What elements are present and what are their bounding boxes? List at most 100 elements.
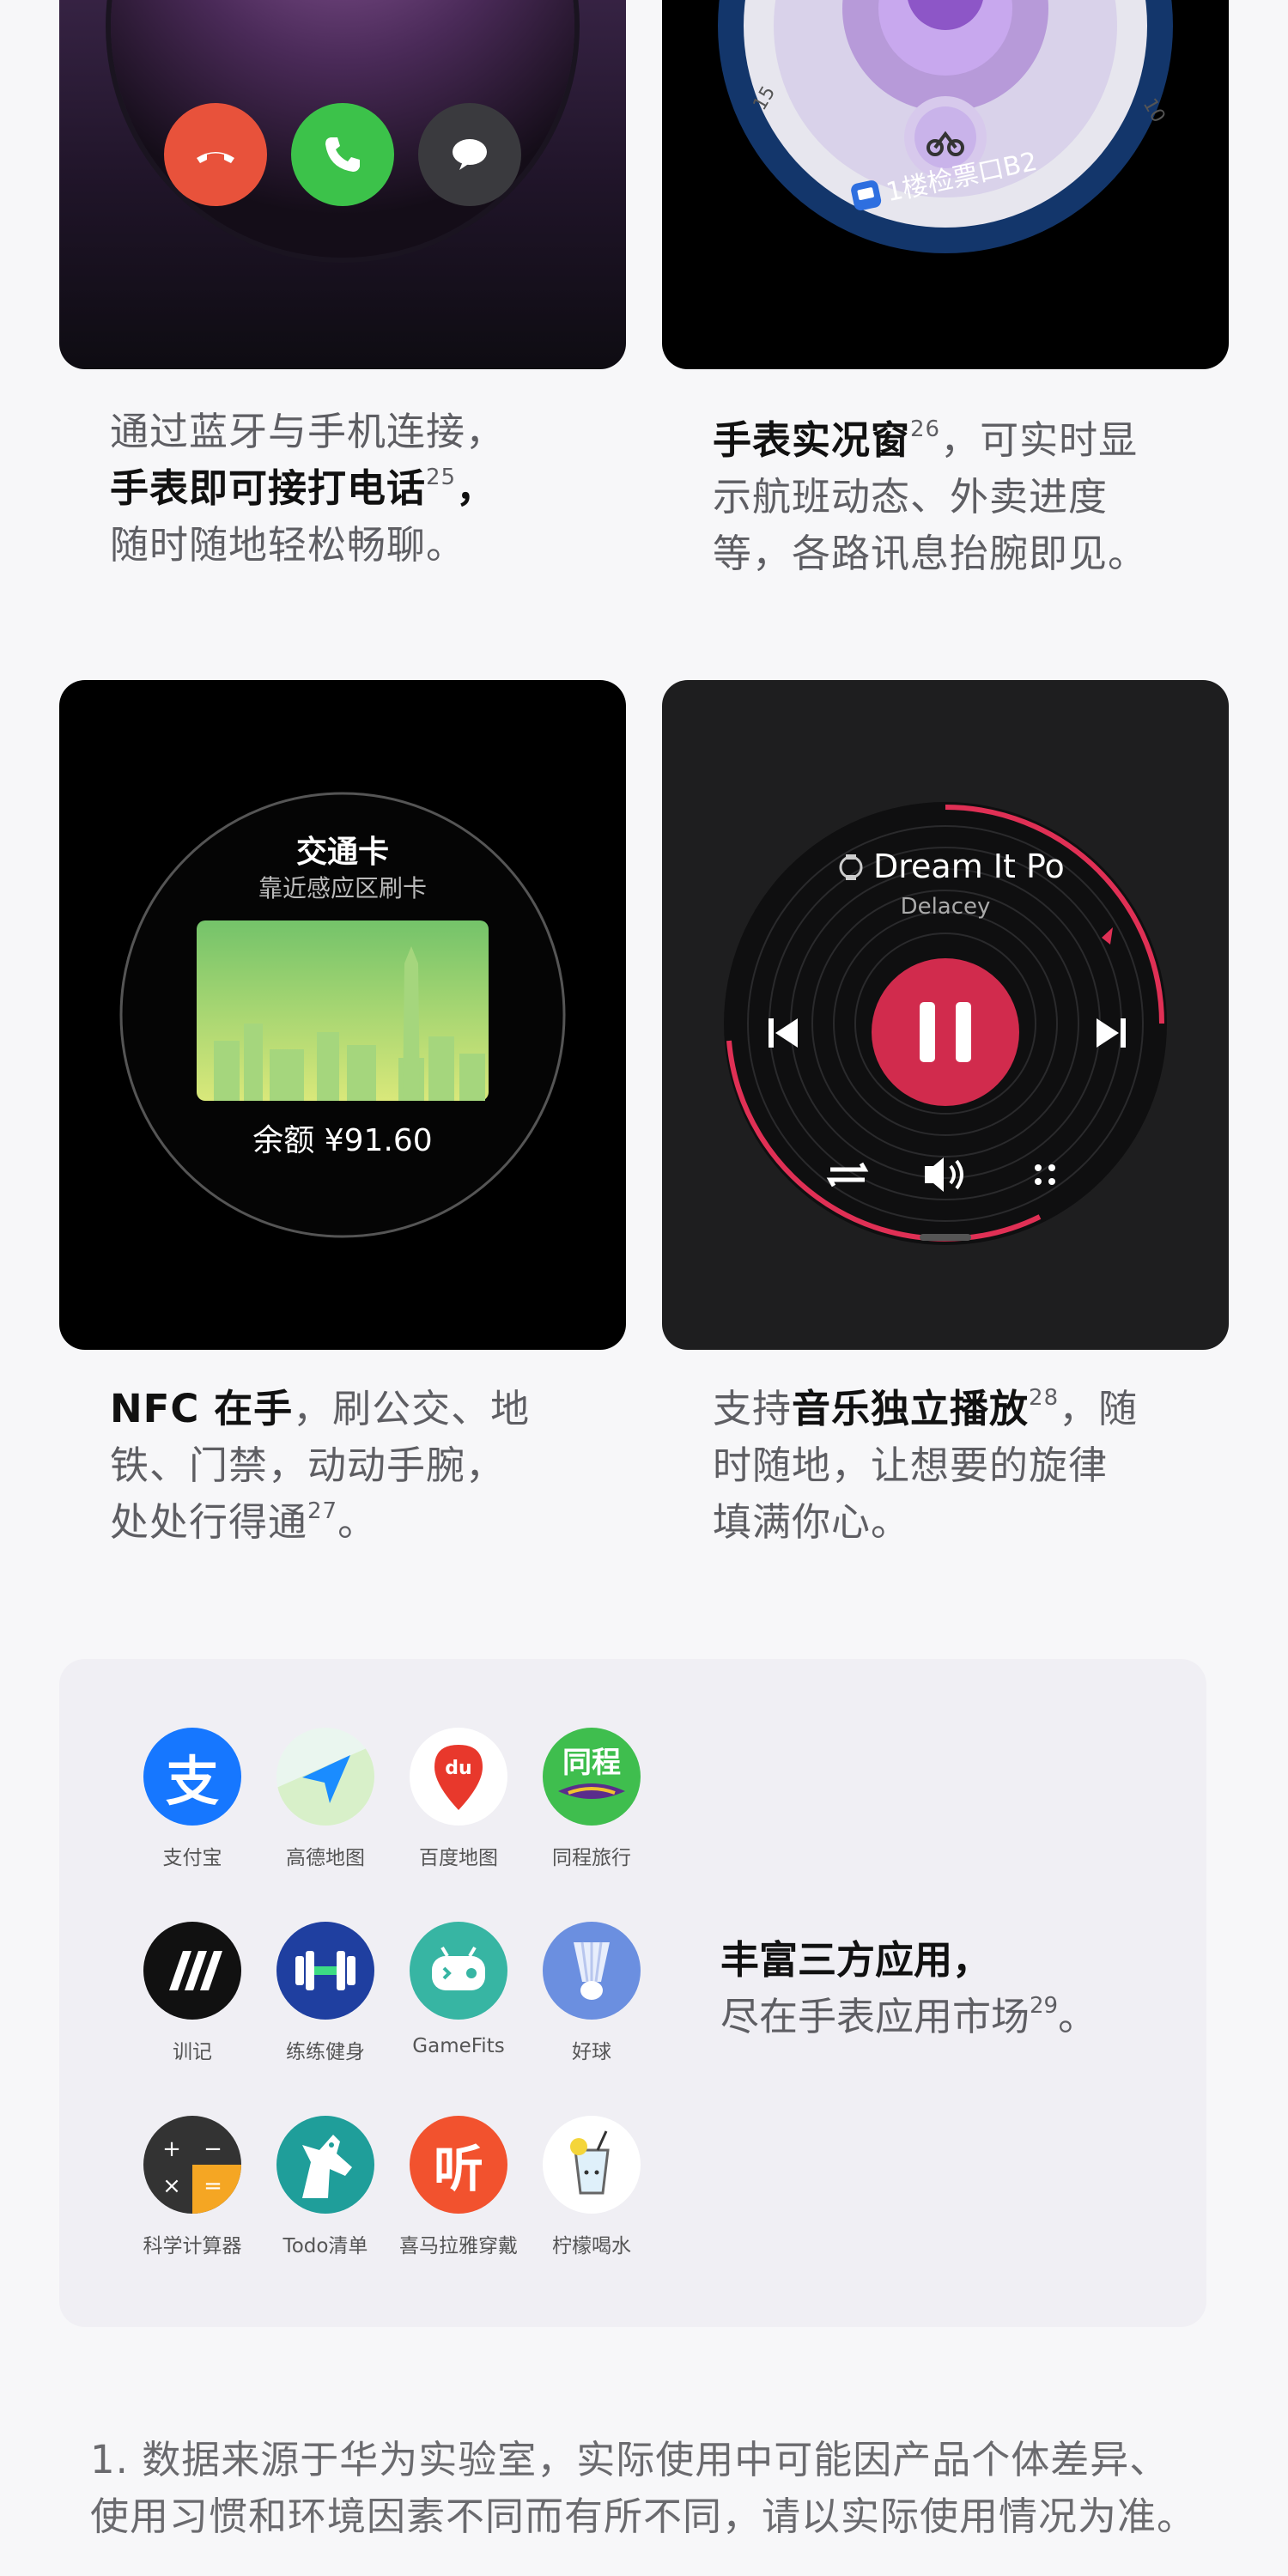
footnote-ref[interactable]: 26 bbox=[910, 416, 940, 442]
watch-face-nfc: 交通卡 靠近感应区刷卡 余额 ¥91.60 bbox=[119, 792, 566, 1238]
app-label: Todo清单 bbox=[283, 2235, 368, 2257]
app-ximalaya[interactable]: 听 喜马拉雅穿戴 bbox=[386, 2116, 532, 2258]
caption-line: 时随地，让想要的旋律 bbox=[713, 1443, 1109, 1488]
music-feature-image: Dream It Po Delacey bbox=[662, 680, 1229, 1350]
pause-button[interactable] bbox=[872, 958, 1019, 1106]
app-tongcheng[interactable]: 同程 同程旅行 bbox=[519, 1728, 665, 1870]
caption-bold: NFC 在手 bbox=[110, 1386, 294, 1431]
app-label: 百度地图 bbox=[419, 1847, 498, 1869]
footnote-text: 1. 数据来源于华为实验室，实际使用中可能因产品个体差异、使用习惯和环境因素不同… bbox=[90, 2437, 1197, 2539]
app-label: 高德地图 bbox=[286, 1847, 365, 1869]
todo-icon bbox=[276, 2116, 374, 2214]
app-lemon-water[interactable]: 柠檬喝水 bbox=[519, 2116, 665, 2258]
answer-call-button[interactable] bbox=[291, 103, 394, 206]
hangup-icon bbox=[197, 152, 234, 163]
app-label: 喜马拉雅穿戴 bbox=[399, 2235, 518, 2257]
caption-text: ，可实时显 bbox=[940, 417, 1139, 463]
caption-line: 示航班动态、外卖进度 bbox=[713, 474, 1109, 519]
card-balance: 余额 ¥91.60 bbox=[252, 1123, 432, 1158]
ximalaya-icon: 听 bbox=[410, 2116, 507, 2214]
caption-text: 支持 bbox=[713, 1386, 793, 1431]
live-window-image: 15 10 1楼检票口B2 bbox=[662, 0, 1229, 369]
footnote-ref[interactable]: 28 bbox=[1029, 1385, 1059, 1411]
caption-bold: ， bbox=[456, 465, 496, 511]
caption-text: 。 bbox=[337, 1499, 378, 1545]
app-calculator[interactable]: + − × = 科学计算器 bbox=[119, 2116, 265, 2258]
badminton-icon bbox=[543, 1922, 641, 2020]
svg-text:同程: 同程 bbox=[562, 1746, 621, 1780]
lemon-water-icon bbox=[543, 2116, 641, 2214]
message-reply-button[interactable] bbox=[418, 103, 521, 206]
caption-text: ，刷公交、地 bbox=[293, 1386, 531, 1431]
chat-bubble-icon bbox=[453, 139, 487, 170]
caption-line: 手表实况窗26，可实时显 bbox=[713, 412, 1245, 469]
song-title: Dream It Po bbox=[873, 848, 1065, 885]
caption-bold: 手表即可接打电话 bbox=[110, 465, 427, 511]
baidu-map-icon: du bbox=[410, 1728, 507, 1826]
scroll-indicator bbox=[920, 1234, 971, 1241]
app-alipay[interactable]: 支 支付宝 bbox=[119, 1728, 265, 1870]
fitness-icon bbox=[276, 1922, 374, 2020]
caption-line: 等，各路讯息抬腕即见。 bbox=[713, 531, 1148, 576]
footnote-ref[interactable]: 29 bbox=[1030, 1993, 1058, 2019]
app-label: 支付宝 bbox=[162, 1847, 222, 1869]
apps-headline: 丰富三方应用， bbox=[720, 1937, 992, 1983]
svg-text:×: × bbox=[162, 2173, 181, 2199]
svg-text:=: = bbox=[204, 2173, 222, 2199]
app-fitness[interactable]: 练练健身 bbox=[252, 1922, 398, 2064]
app-label: 训记 bbox=[173, 2041, 212, 2063]
footnote-ref[interactable]: 27 bbox=[307, 1498, 337, 1524]
music-caption: 支持音乐独立播放28，随 时随地，让想要的旋律 填满你心。 bbox=[713, 1381, 1245, 1551]
app-label: 好球 bbox=[572, 2041, 611, 2063]
pause-icon bbox=[920, 1002, 935, 1062]
caption-bold: 音乐独立播放 bbox=[792, 1386, 1030, 1431]
caption-text: ，随 bbox=[1059, 1386, 1139, 1431]
caption-text: 处处行得通 bbox=[110, 1499, 308, 1545]
svg-text:−: − bbox=[204, 2136, 222, 2162]
svg-text:+: + bbox=[162, 2136, 181, 2162]
app-label: GameFits bbox=[412, 2035, 505, 2057]
artist-name: Delacey bbox=[901, 894, 991, 920]
app-baidu-map[interactable]: du 百度地图 bbox=[386, 1728, 532, 1870]
watch-face-music: Dream It Po Delacey bbox=[724, 802, 1167, 1245]
tongcheng-icon: 同程 bbox=[543, 1728, 641, 1826]
card-title: 交通卡 bbox=[296, 834, 389, 870]
call-feature-image bbox=[59, 0, 626, 369]
footnote-ref[interactable]: 25 bbox=[426, 465, 456, 490]
apps-subline-text: 。 bbox=[1058, 1994, 1097, 2039]
caption-bold: 手表实况窗 bbox=[713, 417, 911, 463]
watch-face-dial: 15 10 1楼检票口B2 bbox=[718, 0, 1173, 253]
caption-line: 处处行得通27。 bbox=[110, 1494, 642, 1551]
app-label: 练练健身 bbox=[286, 2041, 365, 2063]
caption-line: 随时随地轻松畅聊。 bbox=[110, 522, 466, 568]
app-xunji[interactable]: 训记 bbox=[119, 1922, 265, 2064]
caption-line: 支持音乐独立播放28，随 bbox=[713, 1381, 1245, 1437]
card-subtitle: 靠近感应区刷卡 bbox=[258, 874, 427, 902]
phone-icon bbox=[325, 137, 360, 172]
app-haoqiu[interactable]: 好球 bbox=[519, 1922, 665, 2064]
caption-line: 手表即可接打电话25， bbox=[110, 460, 642, 517]
xunji-icon bbox=[143, 1922, 241, 2020]
caption-line: 填满你心。 bbox=[713, 1499, 911, 1545]
app-amap[interactable]: 高德地图 bbox=[252, 1728, 398, 1870]
apps-subline: 尽在手表应用市场29。 bbox=[720, 1989, 1097, 2045]
live-window-caption: 手表实况窗26，可实时显 示航班动态、外卖进度 等，各路讯息抬腕即见。 bbox=[713, 412, 1245, 582]
app-todo[interactable]: Todo清单 bbox=[252, 2116, 398, 2258]
caption-line: 通过蓝牙与手机连接， bbox=[110, 409, 506, 454]
app-gamefits[interactable]: GameFits bbox=[386, 1922, 532, 2057]
amap-icon bbox=[276, 1728, 374, 1826]
apps-subline-text: 尽在手表应用市场 bbox=[720, 1994, 1030, 2039]
svg-text:du: du bbox=[445, 1758, 471, 1779]
call-caption: 通过蓝牙与手机连接， 手表即可接打电话25， 随时随地轻松畅聊。 bbox=[110, 404, 642, 574]
gamefits-icon bbox=[410, 1922, 507, 2020]
alipay-icon: 支 bbox=[143, 1728, 241, 1826]
app-label: 柠檬喝水 bbox=[552, 2235, 631, 2257]
caption-line: NFC 在手，刷公交、地 bbox=[110, 1381, 642, 1437]
third-party-apps-panel: 支 支付宝 高德地图 du 百度地图 同程 同程旅行 训记 练练健身 GameF… bbox=[59, 1659, 1206, 2327]
nfc-caption: NFC 在手，刷公交、地 铁、门禁，动动手腕， 处处行得通27。 bbox=[110, 1381, 642, 1551]
caption-line: 铁、门禁，动动手腕， bbox=[110, 1443, 506, 1488]
app-label: 科学计算器 bbox=[143, 2235, 242, 2257]
calculator-icon: + − × = bbox=[143, 2116, 241, 2214]
decline-call-button[interactable] bbox=[164, 103, 267, 206]
app-label: 同程旅行 bbox=[552, 1847, 631, 1869]
